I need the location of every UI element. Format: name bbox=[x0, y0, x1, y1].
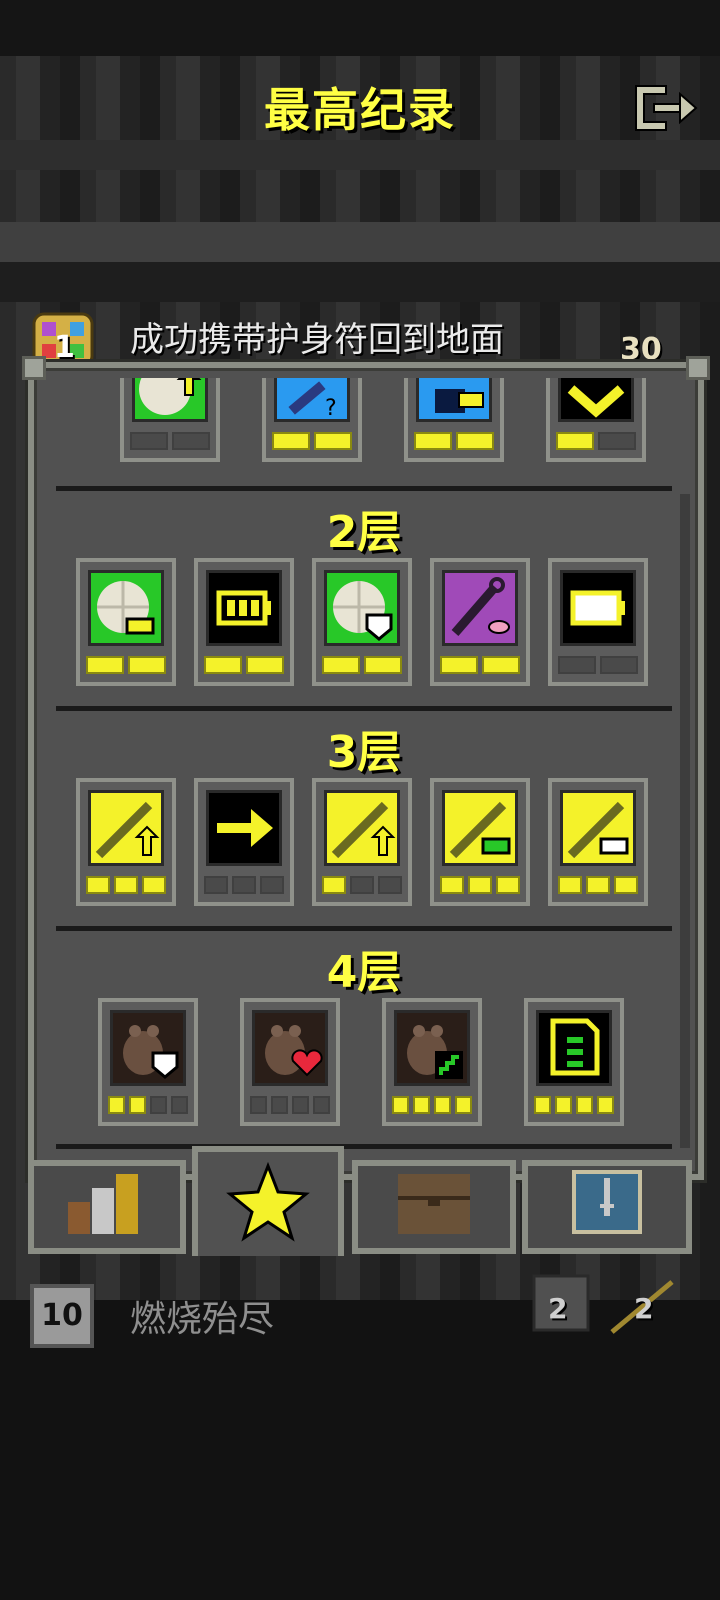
rank-label: 1 bbox=[54, 330, 75, 365]
pip-row bbox=[322, 656, 402, 678]
wheel-shield-icon bbox=[324, 570, 400, 646]
badge-card[interactable] bbox=[312, 778, 412, 906]
pip-row bbox=[272, 432, 352, 454]
badge-card[interactable] bbox=[194, 558, 294, 686]
pip-row bbox=[204, 656, 284, 678]
scrollbar[interactable] bbox=[680, 494, 690, 1148]
badge-card[interactable] bbox=[312, 558, 412, 686]
staff-pink-icon bbox=[442, 570, 518, 646]
pip-row bbox=[130, 432, 210, 454]
tab-stats[interactable] bbox=[28, 1160, 186, 1254]
badge-card[interactable] bbox=[382, 998, 482, 1126]
pip-row bbox=[322, 876, 402, 898]
sword-up-icon bbox=[324, 790, 400, 866]
badge-card[interactable] bbox=[546, 378, 646, 462]
pip-row bbox=[556, 432, 636, 454]
badge-card[interactable] bbox=[120, 378, 220, 462]
tab-badges[interactable] bbox=[192, 1146, 344, 1256]
pip-row bbox=[86, 876, 166, 898]
badge-card[interactable] bbox=[98, 998, 198, 1126]
scroll-map-icon bbox=[536, 1010, 612, 1086]
badge-card[interactable]: ? bbox=[262, 378, 362, 462]
battery-full-icon bbox=[206, 570, 282, 646]
pip-row bbox=[440, 656, 520, 678]
pip-row bbox=[558, 656, 638, 678]
floor-label: 3层 bbox=[326, 727, 402, 778]
pip-row bbox=[414, 432, 494, 454]
section-divider bbox=[56, 1144, 672, 1149]
section-divider bbox=[56, 926, 672, 931]
arrow-right-icon bbox=[206, 790, 282, 866]
rat-heart-icon bbox=[252, 1010, 328, 1086]
badge-card[interactable] bbox=[194, 778, 294, 906]
rat-stairs-icon bbox=[394, 1010, 470, 1086]
panel-corner bbox=[22, 356, 46, 380]
badge-card[interactable] bbox=[240, 998, 340, 1126]
pip-row bbox=[392, 1096, 472, 1118]
wheel-up-icon bbox=[132, 378, 208, 422]
badge-card[interactable] bbox=[404, 378, 504, 462]
chest-icon bbox=[398, 1174, 470, 1234]
pip-row bbox=[534, 1096, 614, 1118]
svg-text:?: ? bbox=[325, 396, 337, 419]
section-divider bbox=[56, 486, 672, 491]
pip-row bbox=[440, 876, 520, 898]
badge-list[interactable]: ? 2层 3层 4层 bbox=[56, 378, 676, 1160]
star-icon bbox=[226, 1161, 310, 1242]
badge-card[interactable] bbox=[548, 558, 648, 686]
chevron-down-icon bbox=[558, 378, 634, 422]
pip-row bbox=[108, 1096, 188, 1118]
pip-row bbox=[204, 876, 284, 898]
panel-corner bbox=[686, 356, 710, 380]
section-divider bbox=[56, 706, 672, 711]
page-title: 最高纪录 bbox=[264, 83, 456, 137]
battery-empty-icon bbox=[560, 570, 636, 646]
level-badge: 10 bbox=[30, 1284, 94, 1348]
badges-panel: ? 2层 3层 4层 bbox=[22, 356, 710, 1180]
floor-label: 4层 bbox=[326, 947, 402, 998]
tab-bar bbox=[28, 1146, 692, 1260]
tab-journal[interactable] bbox=[522, 1160, 692, 1254]
badge-card[interactable] bbox=[430, 558, 530, 686]
bar-chart-icon bbox=[68, 1174, 138, 1234]
sword-card-icon bbox=[572, 1170, 642, 1234]
chest-key-icon bbox=[416, 378, 492, 422]
badge-card[interactable] bbox=[76, 558, 176, 686]
pip-row bbox=[86, 656, 166, 678]
stat-b-label: 2 bbox=[634, 1292, 654, 1325]
floor-label: 2层 bbox=[326, 507, 402, 558]
pip-row bbox=[250, 1096, 330, 1118]
pip-row bbox=[558, 876, 638, 898]
sword-green-battery-icon bbox=[442, 790, 518, 866]
wand-question-icon: ? bbox=[274, 378, 350, 422]
stat-a-label: 2 bbox=[548, 1292, 568, 1325]
wheel-battery-icon bbox=[88, 570, 164, 646]
tab-items[interactable] bbox=[352, 1160, 516, 1254]
death-cause: 燃烧殆尽 bbox=[130, 1299, 275, 1340]
badge-card[interactable] bbox=[430, 778, 530, 906]
badge-card[interactable] bbox=[76, 778, 176, 906]
badge-card[interactable] bbox=[548, 778, 648, 906]
rat-shield-icon bbox=[110, 1010, 186, 1086]
badge-card[interactable] bbox=[524, 998, 624, 1126]
record-description: 成功携带护身符回到地面 bbox=[130, 320, 504, 360]
sword-up-icon bbox=[88, 790, 164, 866]
exit-icon[interactable] bbox=[632, 82, 700, 134]
sword-white-battery-icon bbox=[560, 790, 636, 866]
